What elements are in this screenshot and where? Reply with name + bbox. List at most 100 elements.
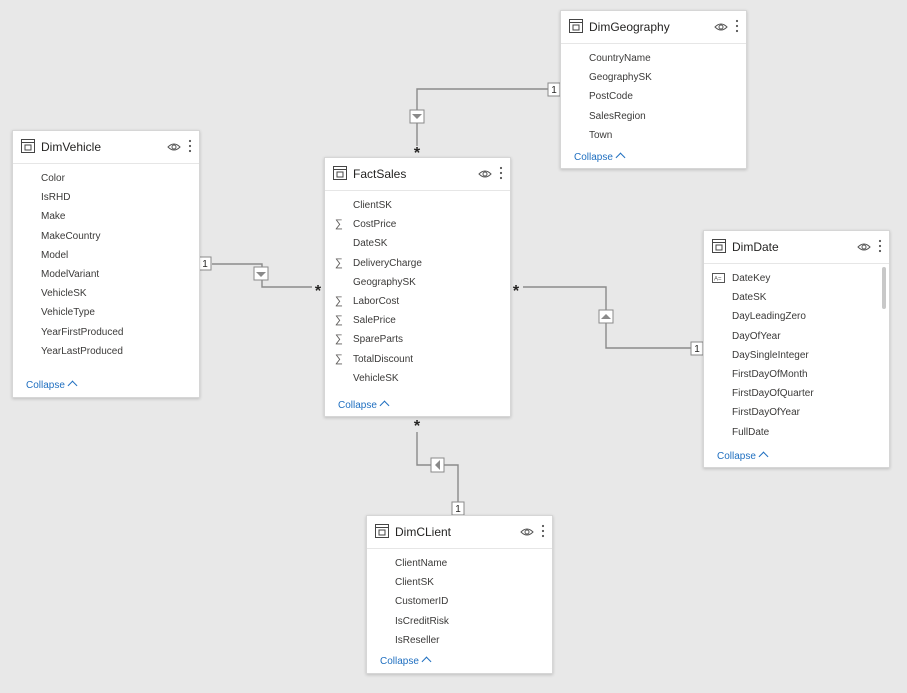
chevron-up-icon <box>758 451 769 462</box>
field-item[interactable]: IsRHD <box>13 188 199 207</box>
model-canvas[interactable]: 1 * 1 * 1 * 1 * DimVehicle Color IsRHD M… <box>0 0 907 693</box>
more-options-icon[interactable] <box>498 166 504 180</box>
eye-icon[interactable] <box>857 241 871 253</box>
field-item[interactable]: FirstDayOfQuarter <box>704 384 889 403</box>
collapse-button[interactable]: Collapse <box>574 152 626 163</box>
table-header[interactable]: DimDate <box>704 231 889 264</box>
text-field-icon: A= <box>712 273 725 283</box>
field-item[interactable]: DaySingleInteger <box>704 346 889 365</box>
field-name: SpareParts <box>353 334 404 346</box>
field-item[interactable]: CountryName <box>561 49 746 68</box>
field-list: ClientName ClientSK CustomerID IsCreditR… <box>367 554 552 650</box>
field-item[interactable]: ModelVariant <box>13 265 199 284</box>
table-header[interactable]: FactSales <box>325 158 510 191</box>
table-title: DimGeography <box>589 20 670 34</box>
field-item[interactable]: CustomerID <box>367 592 552 611</box>
field-item[interactable]: PostCode <box>561 87 746 106</box>
field-item[interactable]: MakeCountry <box>13 227 199 246</box>
field-list: A= DateKey DateSK DayLeadingZero DayOfYe… <box>704 269 889 442</box>
field-item[interactable]: FirstDayOfMonth <box>704 365 889 384</box>
field-item[interactable]: A= DateKey <box>704 269 889 288</box>
field-name: Model <box>41 249 69 261</box>
field-item[interactable]: ClientSK <box>325 196 510 215</box>
eye-icon[interactable] <box>520 526 534 538</box>
eye-icon[interactable] <box>167 141 181 153</box>
field-item[interactable]: GeographySK <box>325 273 510 292</box>
cardinality-one-dimgeography: 1 <box>551 85 557 96</box>
collapse-label: Collapse <box>338 400 377 411</box>
table-card-factsales[interactable]: FactSales ClientSK ∑ CostPrice DateSK ∑ De… <box>324 157 511 417</box>
field-item[interactable]: SalesRegion <box>561 107 746 126</box>
eye-icon[interactable] <box>714 21 728 33</box>
table-icon <box>375 524 389 538</box>
field-item[interactable]: ∑ SpareParts <box>325 330 510 349</box>
more-options-icon[interactable] <box>540 524 546 538</box>
field-item[interactable]: DateSK <box>704 288 889 307</box>
field-item[interactable]: YearLastProduced <box>13 342 199 361</box>
field-item[interactable]: DayLeadingZero <box>704 307 889 326</box>
cardinality-one-dimdate: 1 <box>694 344 700 355</box>
table-header[interactable]: DimCLient <box>367 516 552 549</box>
field-name: ModelVariant <box>41 268 100 280</box>
field-name: DateKey <box>732 273 771 284</box>
table-card-dimgeography[interactable]: DimGeography CountryName GeographySK Pos… <box>560 10 747 169</box>
field-item[interactable]: Model <box>13 246 199 265</box>
collapse-button[interactable]: Collapse <box>380 656 432 667</box>
field-name: DayOfYear <box>732 330 781 342</box>
field-name: DeliveryCharge <box>353 257 422 269</box>
relationship-line-dimgeography <box>416 88 548 146</box>
field-name: Town <box>589 129 613 141</box>
field-item[interactable]: GeographySK <box>561 68 746 87</box>
field-name: CountryName <box>589 53 651 64</box>
scrollbar[interactable] <box>882 267 886 309</box>
table-header[interactable]: DimVehicle <box>13 131 199 164</box>
field-item[interactable]: ∑ LaborCost <box>325 292 510 311</box>
cardinality-one-dimvehicle: 1 <box>202 259 208 270</box>
field-name: FirstDayOfYear <box>732 407 800 419</box>
collapse-button[interactable]: Collapse <box>338 400 390 411</box>
field-item[interactable]: ∑ SalePrice <box>325 311 510 330</box>
field-item[interactable]: VehicleType <box>13 303 199 322</box>
field-item[interactable]: Town <box>561 126 746 145</box>
field-item[interactable]: VehicleSK <box>13 284 199 303</box>
more-options-icon[interactable] <box>877 239 883 253</box>
chevron-up-icon <box>379 400 390 411</box>
field-item[interactable]: VehicleSK <box>325 369 510 388</box>
field-item[interactable]: FullDate <box>704 423 889 442</box>
field-name: IsCreditRisk <box>395 615 449 627</box>
table-title: FactSales <box>353 167 407 181</box>
field-item[interactable]: ClientName <box>367 554 552 573</box>
field-item[interactable]: ∑ DeliveryCharge <box>325 254 510 273</box>
table-card-dimdate[interactable]: DimDate A= DateKey DateSK DayLeadingZero <box>703 230 890 468</box>
field-item[interactable]: Make <box>13 207 199 226</box>
table-header[interactable]: DimGeography <box>561 11 746 44</box>
field-name: IsReseller <box>395 634 440 646</box>
more-options-icon[interactable] <box>734 19 740 33</box>
field-name: IsRHD <box>41 192 71 204</box>
table-card-dimvehicle[interactable]: DimVehicle Color IsRHD Make MakeCountry … <box>12 130 200 398</box>
table-title: DimCLient <box>395 525 452 539</box>
field-item[interactable]: DateSK <box>325 234 510 253</box>
field-item[interactable]: ∑ CostPrice <box>325 215 510 234</box>
collapse-label: Collapse <box>380 656 419 667</box>
more-options-icon[interactable] <box>187 139 193 153</box>
field-item[interactable]: ∑ TotalDiscount <box>325 350 510 369</box>
eye-icon[interactable] <box>478 168 492 180</box>
table-card-dimclient[interactable]: DimCLient ClientName ClientSK CustomerID… <box>366 515 553 674</box>
field-item[interactable]: ClientSK <box>367 573 552 592</box>
sigma-icon: ∑ <box>335 256 343 269</box>
collapse-button[interactable]: Collapse <box>717 451 769 462</box>
field-item[interactable]: Color <box>13 169 199 188</box>
field-name: MakeCountry <box>41 230 101 242</box>
field-item[interactable]: FirstDayOfYear <box>704 403 889 422</box>
svg-text:A=: A= <box>714 277 722 283</box>
field-name: ClientSK <box>353 200 392 211</box>
field-item[interactable]: DayOfYear <box>704 327 889 346</box>
collapse-button[interactable]: Collapse <box>26 380 78 391</box>
collapse-label: Collapse <box>717 451 756 462</box>
field-name: DaySingleInteger <box>732 349 809 361</box>
field-item[interactable]: IsCreditRisk <box>367 612 552 631</box>
field-item[interactable]: IsReseller <box>367 631 552 650</box>
field-item[interactable]: YearFirstProduced <box>13 323 199 342</box>
sigma-icon: ∑ <box>335 333 343 346</box>
